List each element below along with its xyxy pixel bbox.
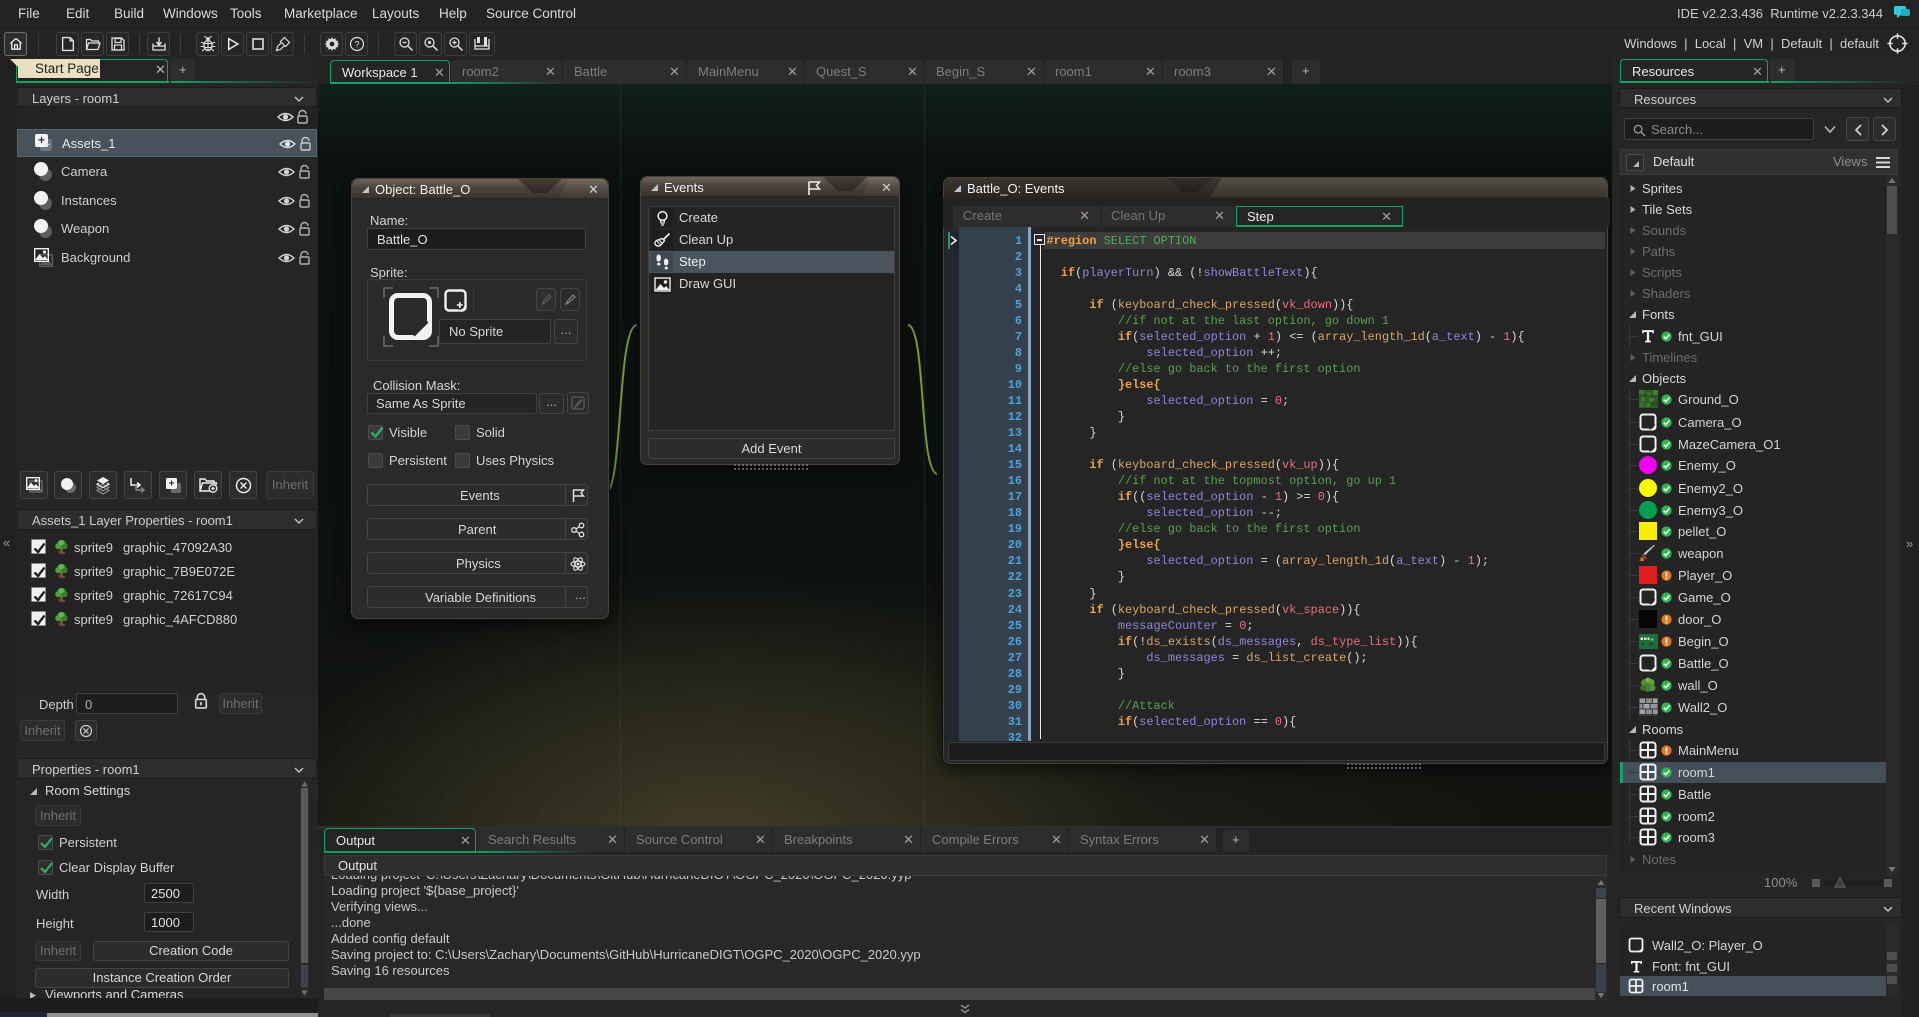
- svg-text:+: +: [168, 479, 174, 490]
- svg-text:?: ?: [354, 40, 359, 50]
